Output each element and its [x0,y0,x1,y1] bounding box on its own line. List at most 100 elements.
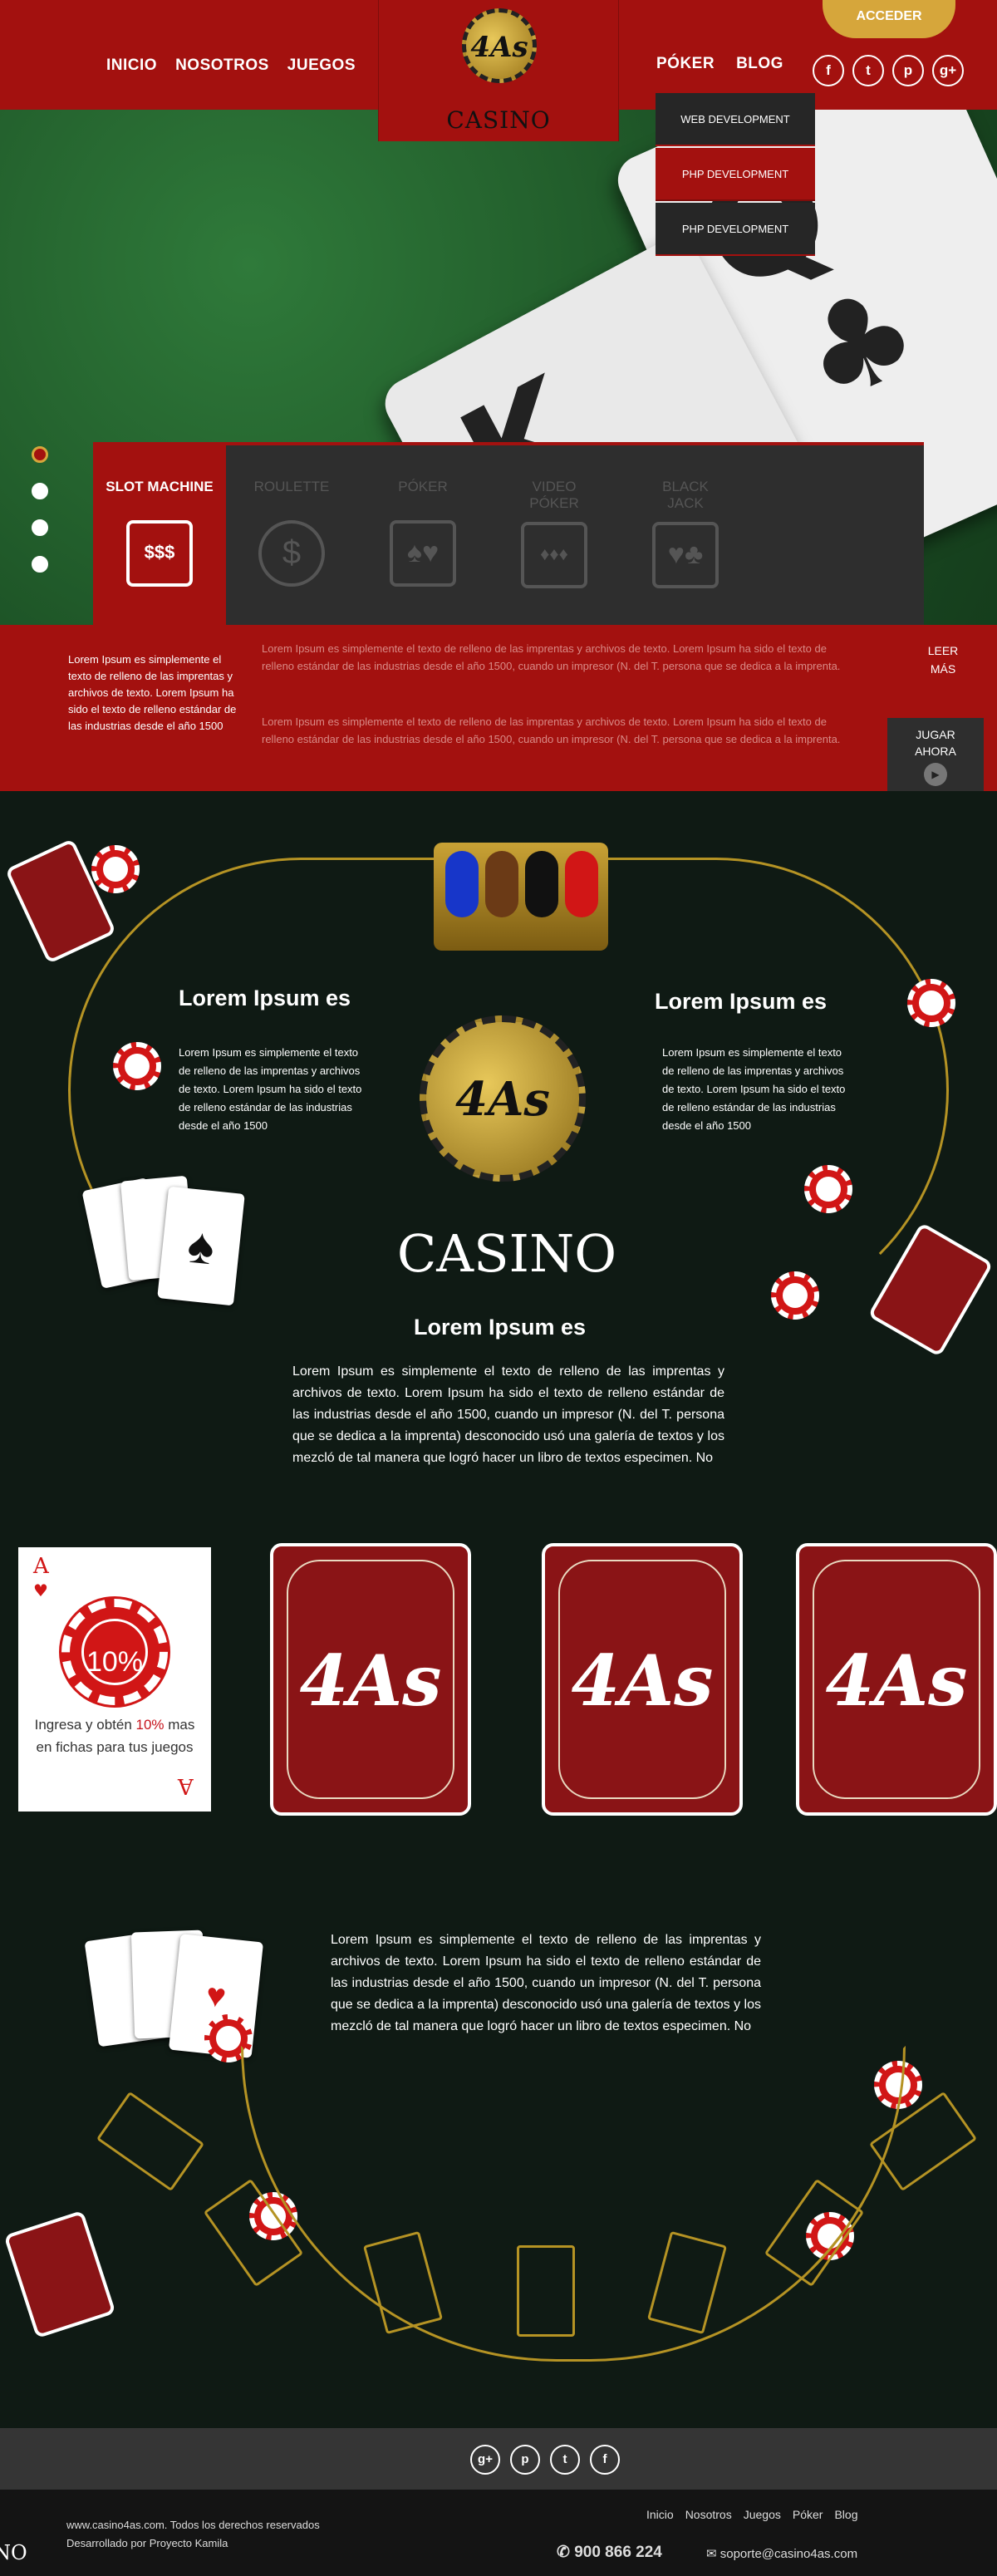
twitter-icon[interactable]: t [852,55,884,86]
facebook-icon[interactable]: f [590,2445,620,2475]
pinterest-icon[interactable]: p [892,55,924,86]
nav-blog[interactable]: BLOG [736,55,783,73]
nav-nosotros[interactable]: NOSOTROS [175,57,269,75]
chip-rack [434,843,608,951]
logo-chip: 4As [462,8,537,83]
footer-link-blog[interactable]: Blog [834,2508,857,2521]
logo-mark: 4As [470,31,528,64]
logo-word: CASINO [446,106,551,134]
slider-dot-2[interactable] [32,483,48,499]
tab-poker[interactable]: PÓKER ♠♥ [357,445,489,625]
card-logo: 4As [571,1639,714,1722]
dropdown-item-web[interactable]: WEB DEVELOPMENT [656,93,815,146]
tab-label: BLACK JACK [662,479,709,511]
promo-text-before: Ingresa y obtén [34,1717,136,1733]
poker-chip-icon [771,1271,819,1320]
mail-icon: ✉ [706,2547,720,2561]
logo[interactable]: 4As CASINO [378,0,619,141]
footer-link-juegos[interactable]: Juegos [744,2508,781,2521]
slider-dot-4[interactable] [32,556,48,573]
footer-link-inicio[interactable]: Inicio [646,2508,674,2521]
jugar-label: JUGAR AHORA [915,728,956,758]
nav-right: PÓKER BLOG [656,55,783,73]
poker-cards-icon: ♠♥ [390,520,456,587]
roulette-icon: $ [258,520,325,587]
footer-socials: g+ p t f [470,2445,620,2475]
center-logo-word: CASINO [396,1223,617,1284]
blue-chip-stack [445,851,479,917]
facebook-icon[interactable]: f [813,55,844,86]
bet-spot[interactable] [96,2091,205,2192]
footer-logo-word: NO [0,2541,27,2564]
center-heading: Lorem Ipsum es [414,1315,587,1340]
center-logo-mark: 4As [455,1072,550,1127]
footer-phone[interactable]: ✆ 900 866 224 [557,2543,662,2562]
pinterest-icon[interactable]: p [510,2445,540,2475]
footer-link-poker[interactable]: Póker [793,2508,823,2521]
dropdown-item-php-1[interactable]: PHP DEVELOPMENT [656,148,815,201]
leer-mas-link[interactable]: LEER MÁS [914,642,972,678]
google-plus-icon[interactable]: g+ [470,2445,500,2475]
tab-label: SLOT MACHINE [106,479,214,494]
footer-link-nosotros[interactable]: Nosotros [685,2508,732,2521]
phone-icon: ✆ [557,2544,575,2561]
promo-text-highlight: 10% [135,1717,165,1733]
blackjack-paragraph: Lorem Ipsum es simplemente el texto de r… [331,1933,761,2033]
twitter-icon[interactable]: t [550,2445,580,2475]
footer-copyright: www.casino4as.com. Todos los derechos re… [66,2516,320,2553]
poker-dropdown-menu: WEB DEVELOPMENT PHP DEVELOPMENT PHP DEVE… [656,93,815,258]
tab-label: PÓKER [398,479,448,494]
right-heading: Lorem Ipsum es [655,989,828,1014]
footer-logo[interactable]: NO [0,2498,33,2573]
promo-chip-icon: 10% [61,1599,168,1705]
game-card-1[interactable]: 4As [270,1543,471,1816]
nav-poker[interactable]: PÓKER [656,55,715,73]
promo-percent: 10% [86,1646,144,1678]
slider-dot-3[interactable] [32,519,48,536]
tab-video-poker[interactable]: VIDEO PÓKER ♦♦♦ [489,445,620,625]
hero-slider-dots [32,446,48,592]
google-plus-icon[interactable]: g+ [932,55,964,86]
game-card-2[interactable]: 4As [542,1543,743,1816]
nav-inicio[interactable]: INICIO [106,57,157,75]
tab-label: VIDEO PÓKER [529,479,579,511]
bet-spot[interactable] [517,2245,575,2337]
ace-of-spades-icon: ♠ [157,1186,245,1306]
center-logo-chip: 4As [420,1015,586,1182]
info-paragraph-1: Lorem Ipsum es simplemente el texto de r… [262,642,841,672]
nav-juegos[interactable]: JUEGOS [287,57,356,75]
slider-dot-1[interactable] [32,446,48,463]
jugar-ahora-button[interactable]: JUGAR AHORA ▶ [887,718,984,791]
tab-label: ROULETTE [253,479,330,494]
tab-slot-machine[interactable]: SLOT MACHINE $$$ [93,442,226,625]
tab-roulette[interactable]: ROULETTE $ [226,445,357,625]
dropdown-item-php-2[interactable]: PHP DEVELOPMENT [656,203,815,256]
footer: NO www.casino4as.com. Todos los derechos… [0,2490,997,2576]
info-left-text: Lorem Ipsum es simplemente el texto de r… [68,653,237,732]
brown-chip-stack [485,851,518,917]
nav-left: INICIO NOSOTROS JUEGOS [106,57,356,75]
info-paragraph-2: Lorem Ipsum es simplemente el texto de r… [262,715,841,745]
black-chip-stack [525,851,558,917]
footer-email[interactable]: ✉ soporte@casino4as.com [706,2546,857,2561]
info-band: Lorem Ipsum es simplemente el texto de r… [0,625,997,791]
red-chip-stack [565,851,598,917]
footer-links: Inicio Nosotros Juegos Póker Blog [646,2508,857,2521]
poker-chip-icon [804,1165,852,1213]
tab-black-jack[interactable]: BLACK JACK ♥♣ [620,445,751,625]
video-poker-icon: ♦♦♦ [521,522,587,588]
acceder-button[interactable]: ACCEDER [823,0,955,38]
header-socials: f t p g+ [813,55,964,86]
poker-chip-icon [907,979,955,1027]
card-logo: 4As [825,1639,968,1722]
center-paragraph: Lorem Ipsum es simplemente el texto de r… [292,1364,724,1465]
credit-text: Desarrollado por Proyecto Kamila [66,2537,228,2549]
promo-text: Ingresa y obtén 10% mas en fichas para t… [30,1713,199,1758]
casino-table-section: ♠ Lorem Ipsum es Lorem Ipsum es simpleme… [0,791,997,2428]
game-card-3[interactable]: 4As [796,1543,997,1816]
promo-card[interactable]: A ♥ 10% Ingresa y obtén 10% mas en ficha… [18,1547,211,1812]
left-paragraph: Lorem Ipsum es simplemente el texto de r… [179,1046,362,1132]
deck-card-icon [3,2210,116,2339]
promo-chip-center: 10% [81,1619,148,1685]
card-rank: A [33,1554,49,1579]
